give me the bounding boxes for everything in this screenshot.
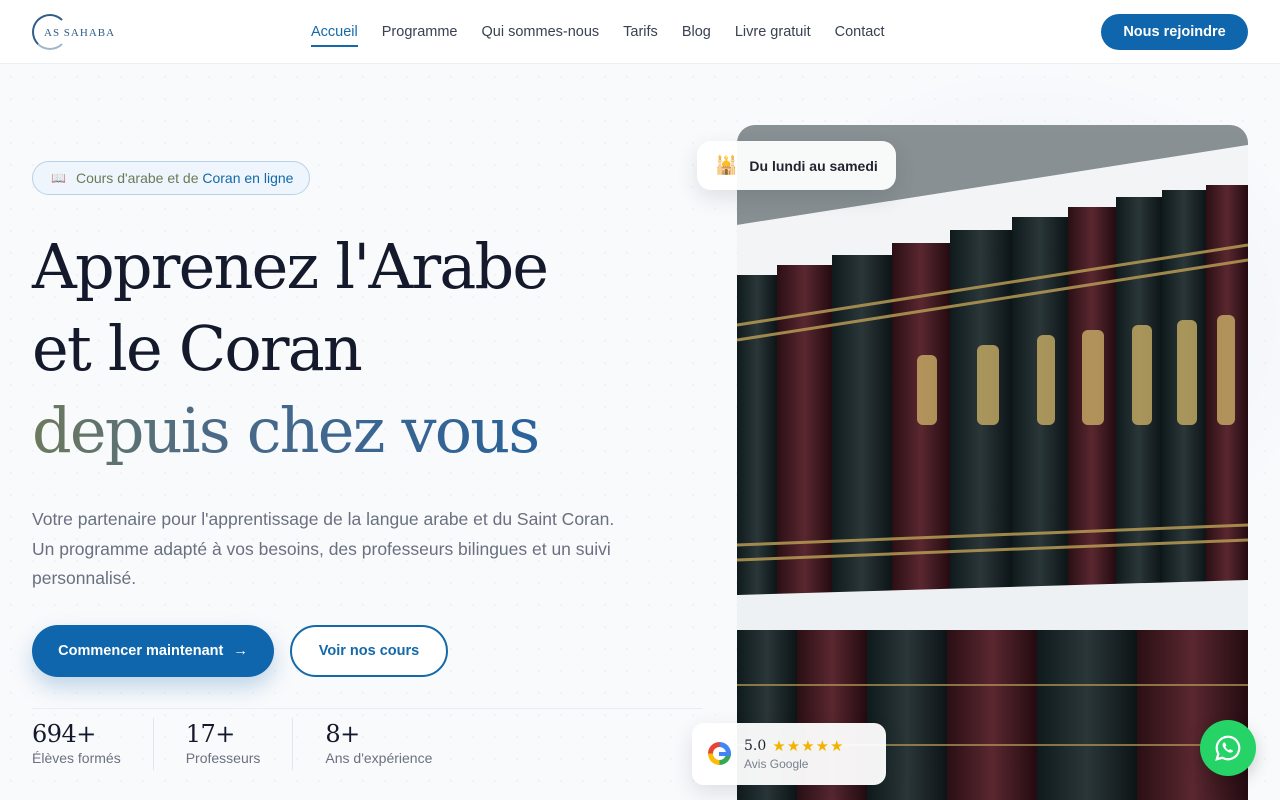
schedule-card: 🕌 Du lundi au samedi <box>697 141 896 190</box>
google-icon <box>708 742 731 765</box>
badge-text-1: Cours d'arabe <box>75 170 164 186</box>
star-rating-icon: ★★★★★ <box>772 737 845 755</box>
badge-text-3: Coran en ligne <box>202 170 294 186</box>
nav-item-contact[interactable]: Contact <box>835 20 885 44</box>
mosque-icon: 🕌 <box>715 155 738 175</box>
stat-value: 8+ <box>325 720 360 748</box>
stat-label: Ans d'expérience <box>325 750 433 766</box>
badge-text-2: et de <box>167 170 199 186</box>
nav-item-livre-gratuit[interactable]: Livre gratuit <box>735 20 811 44</box>
hero-title: Apprenez l'Arabe et le Coran depuis chez… <box>32 226 549 472</box>
stat-value: 17+ <box>185 720 236 748</box>
nav-item-tarifs[interactable]: Tarifs <box>623 20 658 44</box>
hero-image-bookshelf <box>737 125 1248 800</box>
google-review-card[interactable]: 5.0 ★★★★★ Avis Google <box>692 723 886 785</box>
stat-value: 694+ <box>32 720 96 748</box>
nav-item-qui-sommes-nous[interactable]: Qui sommes-nous <box>482 20 600 44</box>
stat-teachers: 17+ Professeurs <box>186 718 294 770</box>
hero-description: Votre partenaire pour l'apprentissage de… <box>32 509 615 588</box>
see-courses-button[interactable]: Voir nos cours <box>290 625 448 677</box>
stat-label: Professeurs <box>185 750 261 766</box>
stat-students: 694+ Élèves formés <box>32 718 154 770</box>
stat-label: Élèves formés <box>32 750 121 766</box>
start-now-label: Commencer maintenant <box>58 643 224 659</box>
site-header: AS SAHABA Accueil Programme Qui sommes-n… <box>0 0 1280 64</box>
whatsapp-icon <box>1215 735 1241 761</box>
site-logo[interactable]: AS SAHABA <box>32 12 152 52</box>
schedule-text: Du lundi au samedi <box>749 157 878 174</box>
start-now-button[interactable]: Commencer maintenant → <box>32 625 274 677</box>
hero-badge: 📖 Cours d'arabe et de Coran en ligne <box>32 161 311 195</box>
hero-title-line-1: Apprenez l'Arabe <box>32 230 549 303</box>
join-button[interactable]: Nous rejoindre <box>1101 14 1248 50</box>
stats-row: 694+ Élèves formés 17+ Professeurs 8+ An… <box>32 718 496 770</box>
nav-item-programme[interactable]: Programme <box>382 20 458 44</box>
stat-experience: 8+ Ans d'expérience <box>325 718 464 770</box>
review-label: Avis Google <box>744 757 809 771</box>
arrow-right-icon: → <box>233 643 248 659</box>
review-score: 5.0 <box>744 738 767 754</box>
nav-item-blog[interactable]: Blog <box>682 20 711 44</box>
book-icon: 📖 <box>51 171 66 185</box>
logo-text: AS SAHABA <box>44 26 116 39</box>
hero-title-line-2: et le Coran <box>32 312 363 385</box>
review-score-row: 5.0 ★★★★★ <box>744 737 845 755</box>
nav-item-accueil[interactable]: Accueil <box>311 20 358 47</box>
hero-title-line-3: depuis chez vous <box>32 390 547 472</box>
main-nav: Accueil Programme Qui sommes-nous Tarifs… <box>311 0 885 64</box>
stats-divider <box>32 708 702 709</box>
whatsapp-button[interactable] <box>1200 720 1256 776</box>
